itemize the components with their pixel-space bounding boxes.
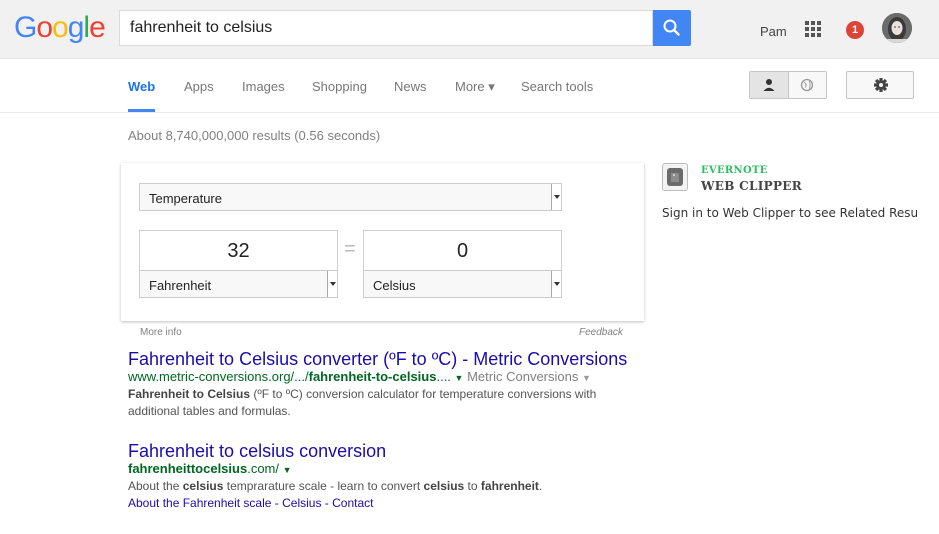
notification-badge[interactable]: 1 [846, 21, 864, 39]
evernote-elephant-icon [662, 163, 688, 191]
snippet-bold: Fahrenheit to Celsius [128, 387, 251, 401]
url-dropdown-icon[interactable]: ▼ [283, 465, 292, 475]
url-suffix: .... [436, 369, 451, 384]
result-stats: About 8,740,000,000 results (0.56 second… [128, 128, 381, 143]
tab-images[interactable]: Images [242, 79, 285, 94]
url-bold: fahrenheit-to-celsius [308, 369, 437, 384]
result-snippet: About the celsius temprarature scale - l… [128, 478, 688, 495]
sitelink-separator: - [271, 496, 283, 510]
tab-more[interactable]: More ▾ [455, 79, 495, 95]
snippet-bold: fahrenheit [480, 479, 539, 493]
result-breadcrumb: Metric Conversions [467, 369, 579, 384]
result-title-link[interactable]: Fahrenheit to Celsius converter (ºF to º… [128, 349, 627, 370]
personal-results-button[interactable] [750, 72, 789, 98]
feedback-link[interactable]: Feedback [579, 327, 623, 338]
sitelink-separator: - [321, 496, 333, 510]
tab-search-tools[interactable]: Search tools [521, 79, 593, 94]
to-unit-select[interactable]: Celsius [363, 270, 562, 298]
results-filter-toggle [749, 71, 827, 99]
sitelinks: About the Fahrenheit scale - Celsius - C… [128, 496, 374, 510]
tab-shopping[interactable]: Shopping [312, 79, 367, 94]
url-suffix: .com/ [247, 461, 279, 476]
top-bar: Google Pam 1 [0, 0, 939, 59]
web-clipper-title: WEB CLIPPER [701, 179, 803, 193]
nav-divider [0, 112, 939, 113]
chevron-down-icon [551, 184, 561, 210]
logo-letter: G [14, 11, 37, 44]
google-logo[interactable]: Google [14, 11, 106, 44]
world-results-button[interactable] [789, 72, 826, 98]
tab-news[interactable]: News [394, 79, 427, 94]
snippet-text: . [538, 479, 543, 493]
result-url: fahrenheittocelsius.com/ ▼ [128, 461, 292, 476]
quantity-select[interactable]: Temperature [139, 183, 562, 211]
search-icon [663, 19, 680, 36]
snippet-bold: celsius [182, 479, 224, 493]
sitelink-fahrenheit-scale[interactable]: About the Fahrenheit scale [128, 496, 271, 510]
logo-letter: o [52, 11, 69, 44]
from-unit-select[interactable]: Fahrenheit [139, 270, 338, 298]
from-unit-value: Fahrenheit [149, 278, 212, 293]
chevron-down-icon [551, 271, 561, 297]
tab-apps[interactable]: Apps [184, 79, 214, 94]
result-url: www.metric-conversions.org/.../fahrenhei… [128, 369, 591, 384]
logo-letter: e [89, 11, 106, 44]
tab-web[interactable]: Web [128, 79, 155, 94]
breadcrumb-dropdown-icon[interactable]: ▼ [582, 373, 591, 383]
search-button[interactable] [653, 10, 691, 46]
snippet-bold: celsius [423, 479, 465, 493]
snippet-text: About the [128, 479, 183, 493]
logo-letter: g [67, 11, 85, 44]
chevron-down-icon [327, 271, 337, 297]
snippet-text: temprarature scale - learn to convert [223, 479, 424, 493]
gear-icon [874, 78, 888, 92]
globe-icon [800, 78, 814, 92]
user-photo-icon [882, 13, 912, 43]
url-dropdown-icon[interactable]: ▼ [455, 373, 464, 383]
account-name-link[interactable]: Pam [760, 24, 787, 39]
url-bold: fahrenheittocelsius [128, 461, 248, 476]
person-icon [763, 79, 775, 91]
snippet-text: to [464, 479, 481, 493]
result-title-link[interactable]: Fahrenheit to celsius conversion [128, 441, 386, 462]
equals-sign: = [344, 238, 356, 260]
web-clipper-signin-link[interactable]: Sign in to Web Clipper to see Related Re… [662, 206, 918, 220]
sitelink-celsius[interactable]: Celsius [282, 496, 321, 510]
from-value-input[interactable]: 32 [139, 230, 338, 271]
more-info-link[interactable]: More info [140, 327, 182, 338]
apps-grid-icon[interactable] [805, 21, 821, 37]
to-unit-value: Celsius [373, 278, 416, 293]
sitelink-contact[interactable]: Contact [332, 496, 373, 510]
search-box[interactable] [119, 10, 653, 46]
url-prefix: www.metric-conversions.org/.../ [128, 369, 309, 384]
search-input[interactable] [130, 19, 640, 37]
quantity-select-value: Temperature [149, 191, 222, 206]
logo-letter: o [36, 11, 53, 44]
evernote-brand: EVERNOTE [701, 165, 768, 176]
to-value-input[interactable]: 0 [363, 230, 562, 271]
avatar[interactable] [882, 13, 912, 43]
settings-button[interactable] [846, 71, 914, 99]
result-snippet: Fahrenheit to Celsius (ºF to ºC) convers… [128, 386, 618, 420]
